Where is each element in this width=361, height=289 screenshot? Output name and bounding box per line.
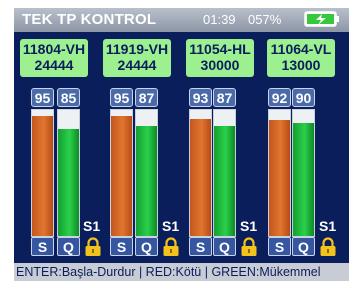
quality-level-value: 85 [57, 88, 80, 107]
signal-level-value: 92 [268, 88, 291, 107]
lock-icon[interactable] [319, 237, 337, 257]
quality-letter: Q [135, 237, 158, 256]
lock-icon[interactable] [162, 237, 180, 257]
signal-bar-fill [32, 116, 53, 236]
channel-label-4: 11064-VL 13000 [267, 39, 335, 77]
channel-label-1: 11804-VH 24444 [20, 39, 88, 77]
slot-label: S1 [319, 218, 337, 234]
signal-letter: S [189, 237, 212, 256]
channel-frequency: 11054-HL [189, 41, 251, 57]
screen: TEK TP KONTROL 01:39 057% 11804-VH 24444… [0, 0, 361, 289]
quality-bar [135, 109, 158, 237]
channel-symbol-rate: 30000 [200, 57, 240, 73]
quality-level-value: 90 [292, 88, 315, 107]
channel-frequency: 11064-VL [270, 41, 332, 57]
quality-level-value: 87 [213, 88, 236, 107]
title-bar: TEK TP KONTROL 01:39 057% [14, 8, 349, 32]
slot-label: S1 [83, 218, 101, 234]
quality-bar [292, 109, 315, 237]
quality-letter: Q [213, 237, 236, 256]
channel-symbol-rate: 24444 [117, 57, 157, 73]
signal-bar [189, 109, 212, 237]
signal-level-value: 93 [189, 88, 212, 107]
channel-symbol-rate: 13000 [281, 57, 321, 73]
slot-label: S1 [240, 218, 258, 234]
signal-level-value: 95 [110, 88, 133, 107]
signal-bar [31, 109, 54, 237]
clock: 01:39 [203, 12, 236, 27]
quality-bar [213, 109, 236, 237]
quality-bar-fill [293, 122, 314, 236]
channel-frequency: 11804-VH [22, 41, 86, 57]
signal-bar-fill [111, 116, 132, 236]
signal-letter: S [268, 237, 291, 256]
page-title: TEK TP KONTROL [22, 11, 157, 28]
signal-bar [268, 109, 291, 237]
channel-label-2: 11919-VH 24444 [103, 39, 171, 77]
signal-letter: S [110, 237, 133, 256]
quality-level-value: 87 [135, 88, 158, 107]
slot-label: S1 [162, 218, 180, 234]
quality-bar-fill [214, 126, 235, 236]
signal-letter: S [31, 237, 54, 256]
lock-icon[interactable] [240, 237, 258, 257]
quality-bar-fill [136, 126, 157, 236]
quality-bar [57, 109, 80, 237]
quality-bar-fill [58, 128, 79, 236]
channel-frequency: 11919-VH [105, 41, 169, 57]
signal-bar [110, 109, 133, 237]
channel-symbol-rate: 24444 [34, 57, 74, 73]
lock-icon[interactable] [84, 237, 102, 257]
channel-label-3: 11054-HL 30000 [186, 39, 254, 77]
quality-letter: Q [57, 237, 80, 256]
signal-level-value: 95 [31, 88, 54, 107]
signal-bar-fill [190, 118, 211, 236]
battery-percentage: 057% [248, 12, 282, 27]
quality-letter: Q [292, 237, 315, 256]
footer-hint-bar: ENTER:Başla-Durdur | RED:Kötü | GREEN:Mü… [14, 263, 349, 281]
device-display: TEK TP KONTROL 01:39 057% 11804-VH 24444… [14, 8, 349, 281]
battery-charging-icon [304, 11, 339, 27]
signal-bar-fill [269, 120, 290, 236]
